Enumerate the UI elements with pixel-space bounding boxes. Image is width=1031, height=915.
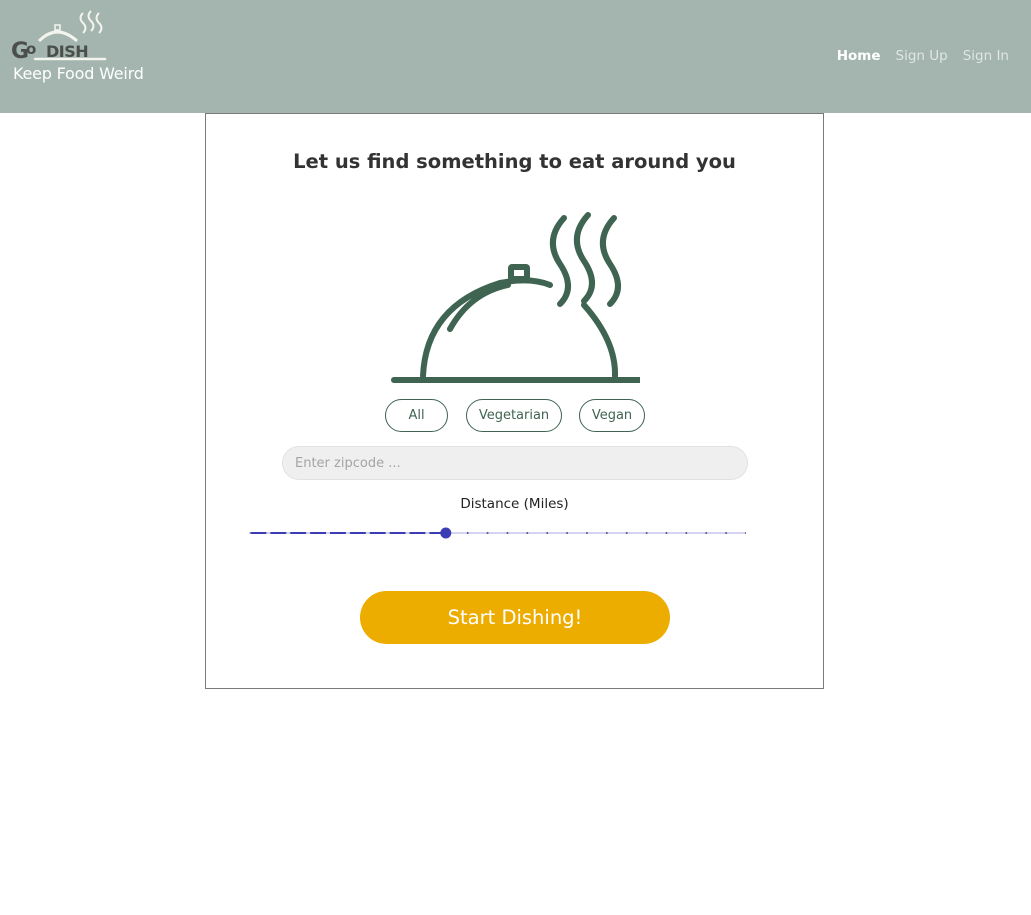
slider-thumb[interactable] bbox=[440, 527, 452, 539]
nav-home-link[interactable]: Home bbox=[837, 48, 881, 64]
page-heading: Let us find something to eat around you bbox=[293, 150, 736, 173]
cloche-icon bbox=[391, 212, 640, 383]
tagline: Keep Food Weird bbox=[13, 64, 144, 83]
slider-step-tick bbox=[625, 532, 628, 534]
filter-vegan-chip[interactable]: Vegan bbox=[579, 399, 645, 432]
distance-label: Distance (Miles) bbox=[460, 496, 569, 512]
slider-step-tick bbox=[685, 532, 688, 534]
slider-step-tick bbox=[585, 532, 588, 534]
filter-all-chip[interactable]: All bbox=[385, 399, 448, 432]
slider-step-tick bbox=[486, 532, 489, 534]
slider-step-tick bbox=[605, 532, 608, 534]
nav-signup-link[interactable]: Sign Up bbox=[896, 48, 948, 64]
slider-step-tick bbox=[546, 532, 549, 534]
slider-step-tick bbox=[645, 532, 648, 534]
slider-step-tick bbox=[526, 532, 529, 534]
svg-text:o: o bbox=[26, 40, 36, 58]
nav-links: Home Sign Up Sign In bbox=[837, 48, 1009, 64]
filter-vegetarian-chip[interactable]: Vegetarian bbox=[466, 399, 562, 432]
nav-signin-link[interactable]: Sign In bbox=[963, 48, 1009, 64]
search-card: Let us find something to eat around you … bbox=[205, 113, 824, 689]
top-navbar: G o DISH Keep Food Weird Home Sign Up Si… bbox=[0, 0, 1031, 113]
slider-step-tick bbox=[725, 532, 728, 534]
slider-step-tick bbox=[566, 532, 569, 534]
distance-slider[interactable] bbox=[249, 525, 746, 541]
start-dishing-button[interactable]: Start Dishing! bbox=[360, 591, 670, 644]
slider-step-tick bbox=[466, 532, 469, 534]
slider-step-tick bbox=[506, 532, 509, 534]
zipcode-input[interactable] bbox=[282, 446, 748, 480]
godish-logo[interactable]: G o DISH bbox=[11, 9, 111, 61]
slider-step-tick bbox=[705, 532, 708, 534]
slider-step-tick bbox=[665, 532, 668, 534]
